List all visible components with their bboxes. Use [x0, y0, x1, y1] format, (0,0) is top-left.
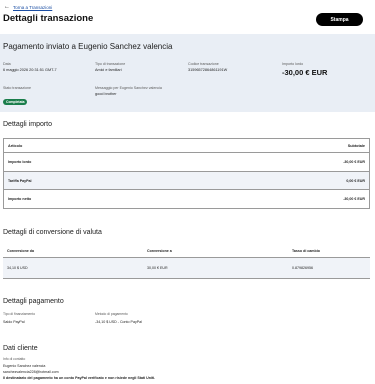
summary-heading: Pagamento inviato a Eugenio Sanchez vale…	[3, 42, 173, 51]
date-value: 6 maggio 2026 20:31:51 GMT-7	[3, 68, 57, 72]
message-field: Messaggio per Eugenio Sanchez valencia g…	[95, 86, 162, 96]
type-value: Amici e familiari	[95, 68, 122, 72]
row-label: Importo netto	[8, 197, 32, 201]
print-button[interactable]: Stampa	[316, 13, 363, 26]
conversion-table: Conversione da Conversione a Tasso di ca…	[3, 244, 370, 279]
col-rate: Tasso di cambio	[292, 248, 320, 253]
col-to: Conversione a	[147, 248, 172, 253]
row-value: 0,00 € EUR	[346, 178, 365, 183]
row-label: Tariffa PayPal	[8, 178, 32, 183]
method-value: -34,10 $ USD - Conto PayPal	[95, 320, 142, 324]
gross-amount-value: -30,00 € EUR	[282, 68, 328, 77]
code-label: Codice transazione	[188, 62, 219, 66]
transaction-summary: Pagamento inviato a Eugenio Sanchez vale…	[0, 34, 375, 112]
row-value: -30,00 € EUR	[343, 197, 365, 201]
arrow-left-icon: ←	[4, 4, 10, 10]
amount-table-header: Articolo Subtotale	[4, 139, 369, 153]
payment-title: Dettagli pagamento	[3, 298, 64, 305]
gross-amount-field: Importo lordo -30,00 € EUR	[282, 62, 327, 77]
back-link-label: Torna a Transazioni	[13, 4, 53, 10]
type-field: Tipo di transazione Amici e familiari	[95, 62, 125, 72]
code-value[interactable]: 31596572864861191W	[188, 68, 227, 72]
date-label: Data	[3, 62, 11, 66]
status-label: Stato transazione	[3, 86, 31, 90]
col-item: Articolo	[8, 143, 23, 148]
page-title: Dettagli transazione	[3, 13, 94, 24]
col-from: Conversione da	[7, 248, 34, 253]
table-row: Importo lordo -30,00 € EUR	[4, 153, 369, 172]
gross-amount-label: Importo lordo	[282, 62, 304, 66]
message-value: good brother	[95, 92, 117, 96]
funding-value: Saldo PayPal	[3, 320, 25, 324]
from-value: 34,10 $ USD	[7, 266, 28, 270]
funding-label: Tipo di finanziamento	[3, 312, 36, 316]
status-badge: Completata	[3, 98, 28, 106]
col-subtotal: Subtotale	[347, 143, 365, 148]
status-field: Stato transazione Completata	[3, 86, 31, 108]
row-value: -30,00 € EUR	[343, 160, 365, 164]
type-label: Tipo di transazione	[95, 62, 126, 66]
amount-details-title: Dettagli importo	[3, 121, 53, 128]
code-field: Codice transazione 31596572864861191W	[188, 62, 227, 72]
verification-note: Il destinatario del pagamento ha un cont…	[3, 376, 156, 380]
customer-email[interactable]: sanchezvalencia228@hotmail.com	[3, 370, 59, 374]
row-label: Importo lordo	[8, 160, 32, 164]
back-link[interactable]: ← Torna a Transazioni	[4, 4, 52, 10]
conversion-table-header: Conversione da Conversione a Tasso di ca…	[3, 244, 370, 258]
customer-title: Dati cliente	[3, 345, 38, 352]
method-label: Metodo di pagamento	[95, 312, 128, 316]
table-row: Importo netto -30,00 € EUR	[4, 190, 369, 208]
table-row: 34,10 $ USD 30,00 € EUR 0.879826956	[3, 258, 370, 279]
rate-value: 0.879826956	[292, 266, 313, 270]
to-value: 30,00 € EUR	[147, 266, 168, 270]
table-row: Tariffa PayPal 0,00 € EUR	[4, 172, 369, 190]
customer-name: Eugenio Sanchez valencia	[3, 364, 46, 368]
amount-table: Articolo Subtotale Importo lordo -30,00 …	[3, 138, 370, 209]
date-field: Data 6 maggio 2026 20:31:51 GMT-7	[3, 62, 57, 72]
contact-label: Info di contatto	[3, 357, 26, 361]
conversion-title: Dettagli di conversione di valuta	[3, 229, 102, 236]
message-label: Messaggio per Eugenio Sanchez valencia	[95, 86, 162, 90]
top-bar: ← Torna a Transazioni Dettagli transazio…	[0, 0, 375, 30]
